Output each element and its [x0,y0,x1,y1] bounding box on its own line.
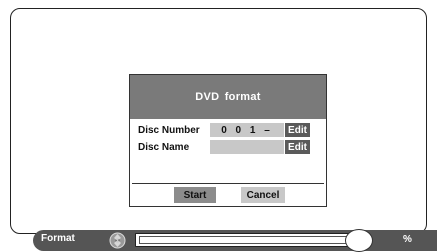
dialog-divider [132,183,324,184]
dialog-title: DVD format [130,75,326,119]
status-label: Format [41,233,75,244]
disc-number-edit-button[interactable]: Edit [285,123,310,137]
start-button[interactable]: Start [174,187,216,203]
disc-name-field[interactable] [210,140,284,154]
progress-end-cap [345,229,373,252]
dialog-title-text: DVD format [195,91,261,103]
disc-name-row: Disc Name Edit [138,140,310,154]
format-progress-bar [135,233,355,247]
disc-number-row: Disc Number 0 0 1 – Edit [138,123,310,137]
cancel-button[interactable]: Cancel [241,187,285,203]
disc-number-field[interactable]: 0 0 1 – [210,123,284,137]
disc-icon [109,232,126,249]
format-screen: DVD format Disc Number 0 0 1 – Edit Disc… [0,0,437,252]
disc-name-edit-button[interactable]: Edit [285,140,310,154]
percent-symbol: % [403,234,412,245]
status-bar: Format % [33,229,437,252]
disc-number-label: Disc Number [138,124,200,136]
progress-track [139,236,351,244]
disc-name-label: Disc Name [138,141,190,153]
dvd-format-dialog: DVD format Disc Number 0 0 1 – Edit Disc… [129,74,327,207]
